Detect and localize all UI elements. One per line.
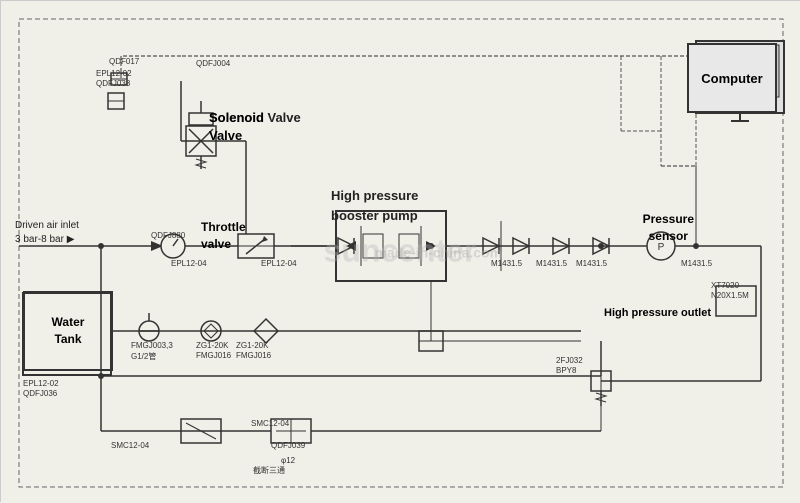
fmgj016-label: FMGJ016 — [196, 351, 231, 360]
air-inlet-label: Driven air inlet 3 bar-8 bar ▶ — [15, 219, 79, 247]
qdfj039-label: QDFJ039 — [271, 441, 305, 450]
qdfj004-label: QDFJ004 — [196, 59, 230, 68]
solenoid-title: SolenoidValve — [209, 109, 264, 145]
smc12-04b-label: SMC12-04 — [251, 419, 289, 428]
qdfj038-label: QDFJ038 — [96, 79, 130, 88]
throttle-text2: valve — [201, 236, 246, 253]
qdfj036-label: QDFJ036 — [23, 389, 57, 398]
pipe-diam-label: φ12 — [281, 456, 295, 465]
fmgj016b-label: FMGJ016 — [236, 351, 271, 360]
hp-outlet-label: High pressure outlet — [604, 306, 711, 321]
hp-text: High pressure — [331, 186, 418, 206]
booster-pump-label: High pressure booster pump — [331, 186, 418, 225]
fmgj003-label: FMGJ003,3 — [131, 341, 173, 350]
m1431-label2: M1431.5 — [536, 259, 567, 268]
m1431-label1: M1431.5 — [491, 259, 522, 268]
throttle-valve-label: Throttle valve — [201, 219, 246, 253]
air-inlet-text: Driven air inlet — [15, 219, 79, 233]
pressure-sensor-label: Pressure sensor — [643, 211, 694, 245]
smc12-04-label: SMC12-04 — [111, 441, 149, 450]
main-diagram-container: P — [0, 0, 800, 502]
sensor-text: sensor — [643, 228, 694, 245]
epl12-04-label: EPL12-04 — [171, 259, 207, 268]
computer-box: Computer — [687, 43, 777, 113]
throttle-text: Throttle — [201, 219, 246, 236]
qdfj880-label: QDFJ880 — [151, 231, 185, 240]
qdf017-label: QDF017 — [109, 57, 139, 66]
epl12-04b-label: EPL12-04 — [261, 259, 297, 268]
bpyb-label: BPY8 — [556, 366, 576, 375]
hp-outlet-text: High pressure outlet — [604, 306, 711, 321]
air-inlet-pressure: 3 bar-8 bar ▶ — [15, 233, 79, 247]
n20-label: N20X1.5M — [711, 291, 749, 300]
xt7032-label: 2FJ032 — [556, 356, 583, 365]
booster-text: booster pump — [331, 206, 418, 226]
m1431-r-label: M1431.5 — [681, 259, 712, 268]
fmgj-g1-label: G1/2管 — [131, 351, 156, 362]
m1431-label3: M1431.5 — [576, 259, 607, 268]
xt7020-label: XT7020 — [711, 281, 739, 290]
water-tank-box: WaterTank — [23, 291, 113, 371]
epl12-02b-label: EPL12-02 — [23, 379, 59, 388]
zg1b-label: ZG1-20K — [236, 341, 268, 350]
epl12-02-label: EPL12-02 — [96, 69, 132, 78]
sanfang-label: 截断三通 — [253, 465, 285, 476]
water-tank-label: WaterTank — [52, 314, 85, 348]
computer-label: Computer — [701, 71, 762, 86]
pressure-text: Pressure — [643, 211, 694, 228]
zg1-label: ZG1-20K — [196, 341, 228, 350]
